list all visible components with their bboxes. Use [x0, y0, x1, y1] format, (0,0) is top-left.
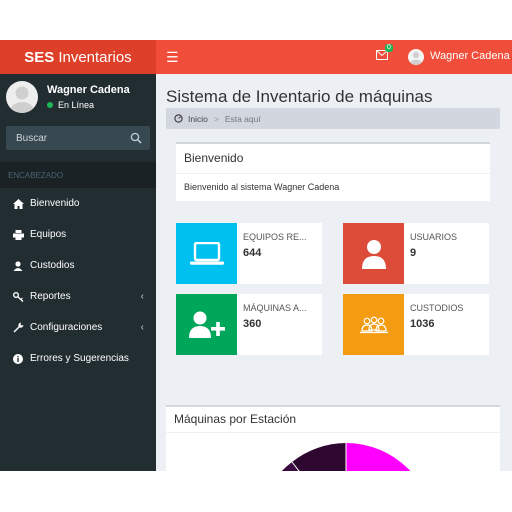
status-dot-icon [47, 102, 53, 108]
laptop-icon [176, 223, 237, 284]
brand-rest: Inventarios [58, 48, 132, 66]
info-box-value: 360 [243, 318, 262, 330]
welcome-title: Bienvenido [184, 151, 244, 165]
sidebar-item-label: Equipos [30, 229, 67, 240]
donut-chart [281, 443, 434, 471]
online-status: En Línea [47, 100, 94, 110]
brand-bold: SES [24, 48, 55, 66]
search-icon[interactable] [130, 132, 142, 144]
info-box-custodios[interactable]: CUSTODIOS 1036 [343, 294, 489, 355]
top-navbar: ☰ 0 Wagner Cadena [156, 40, 512, 74]
info-box-label: CUSTODIOS [410, 303, 464, 313]
sidebar: Wagner Cadena En Línea ENCABEZADO Bienve… [0, 74, 156, 471]
sidebar-item-bienvenido[interactable]: Bienvenido [0, 188, 156, 219]
sidebar-item-label: Bienvenido [30, 198, 80, 209]
hamburger-icon[interactable]: ☰ [166, 49, 179, 66]
chevron-left-icon: ‹ [140, 322, 144, 333]
info-box-value: 9 [410, 247, 417, 259]
info-box-label: EQUIPOS RE... [243, 232, 307, 242]
sidebar-menu: Bienvenido Equipos Custodios Reportes ‹ [0, 188, 156, 374]
dashboard-icon [174, 114, 183, 123]
info-box-usuarios[interactable]: USUARIOS 9 [343, 223, 489, 284]
chart-box: Máquinas por Estación [166, 405, 500, 471]
welcome-box: Bienvenido Bienvenido al sistema Wagner … [176, 142, 490, 201]
sidebar-item-reportes[interactable]: Reportes ‹ [0, 281, 156, 312]
info-box-value: 1036 [410, 318, 435, 330]
sidebar-item-label: Configuraciones [30, 322, 103, 333]
sidebar-avatar [6, 81, 38, 113]
sidebar-item-errores[interactable]: Errores y Sugerencias [0, 343, 156, 374]
sidebar-item-custodios[interactable]: Custodios [0, 250, 156, 281]
sidebar-section-header: ENCABEZADO [0, 162, 156, 188]
info-box-equipos[interactable]: EQUIPOS RE... 644 [176, 223, 322, 284]
info-icon [12, 353, 24, 365]
sidebar-user-name: Wagner Cadena [47, 84, 130, 96]
divider [176, 173, 490, 174]
user-icon [12, 260, 24, 272]
sidebar-search [6, 126, 150, 150]
app-window: SES Inventarios ☰ 0 Wagner Cadena Wagner… [0, 40, 512, 471]
group-icon [343, 294, 404, 355]
breadcrumb: Inicio > Esta aquí [166, 108, 500, 129]
brand-logo[interactable]: SES Inventarios [0, 40, 156, 74]
sidebar-item-label: Errores y Sugerencias [30, 353, 129, 364]
sidebar-item-equipos[interactable]: Equipos [0, 219, 156, 250]
user-add-icon [176, 294, 237, 355]
info-box-label: USUARIOS [410, 232, 458, 242]
user-menu-name[interactable]: Wagner Cadena [430, 50, 510, 62]
printer-icon [12, 229, 24, 241]
user-icon [343, 223, 404, 284]
home-icon [12, 198, 24, 210]
mail-count-badge: 0 [385, 44, 393, 52]
info-box-maquinas[interactable]: MÁQUINAS A... 360 [176, 294, 322, 355]
sidebar-item-configuraciones[interactable]: Configuraciones ‹ [0, 312, 156, 343]
wrench-icon [12, 322, 24, 334]
sidebar-item-label: Custodios [30, 260, 75, 271]
donut-slice[interactable] [346, 443, 434, 471]
avatar[interactable] [408, 49, 424, 65]
chevron-left-icon: ‹ [140, 291, 144, 302]
sidebar-item-label: Reportes [30, 291, 71, 302]
welcome-message: Bienvenido al sistema Wagner Cadena [184, 182, 340, 192]
status-label: En Línea [58, 100, 95, 110]
breadcrumb-separator: > [213, 113, 219, 124]
search-input[interactable] [6, 126, 126, 150]
breadcrumb-home[interactable]: Inicio [188, 114, 208, 124]
main-content: Sistema de Inventario de máquinas Inicio… [156, 74, 512, 471]
donut-slice[interactable] [292, 443, 346, 471]
breadcrumb-current: Esta aquí [224, 113, 261, 124]
info-box-label: MÁQUINAS A... [243, 303, 307, 313]
info-box-value: 644 [243, 247, 262, 259]
page-title: Sistema de Inventario de máquinas [166, 87, 433, 106]
key-icon [12, 291, 24, 303]
